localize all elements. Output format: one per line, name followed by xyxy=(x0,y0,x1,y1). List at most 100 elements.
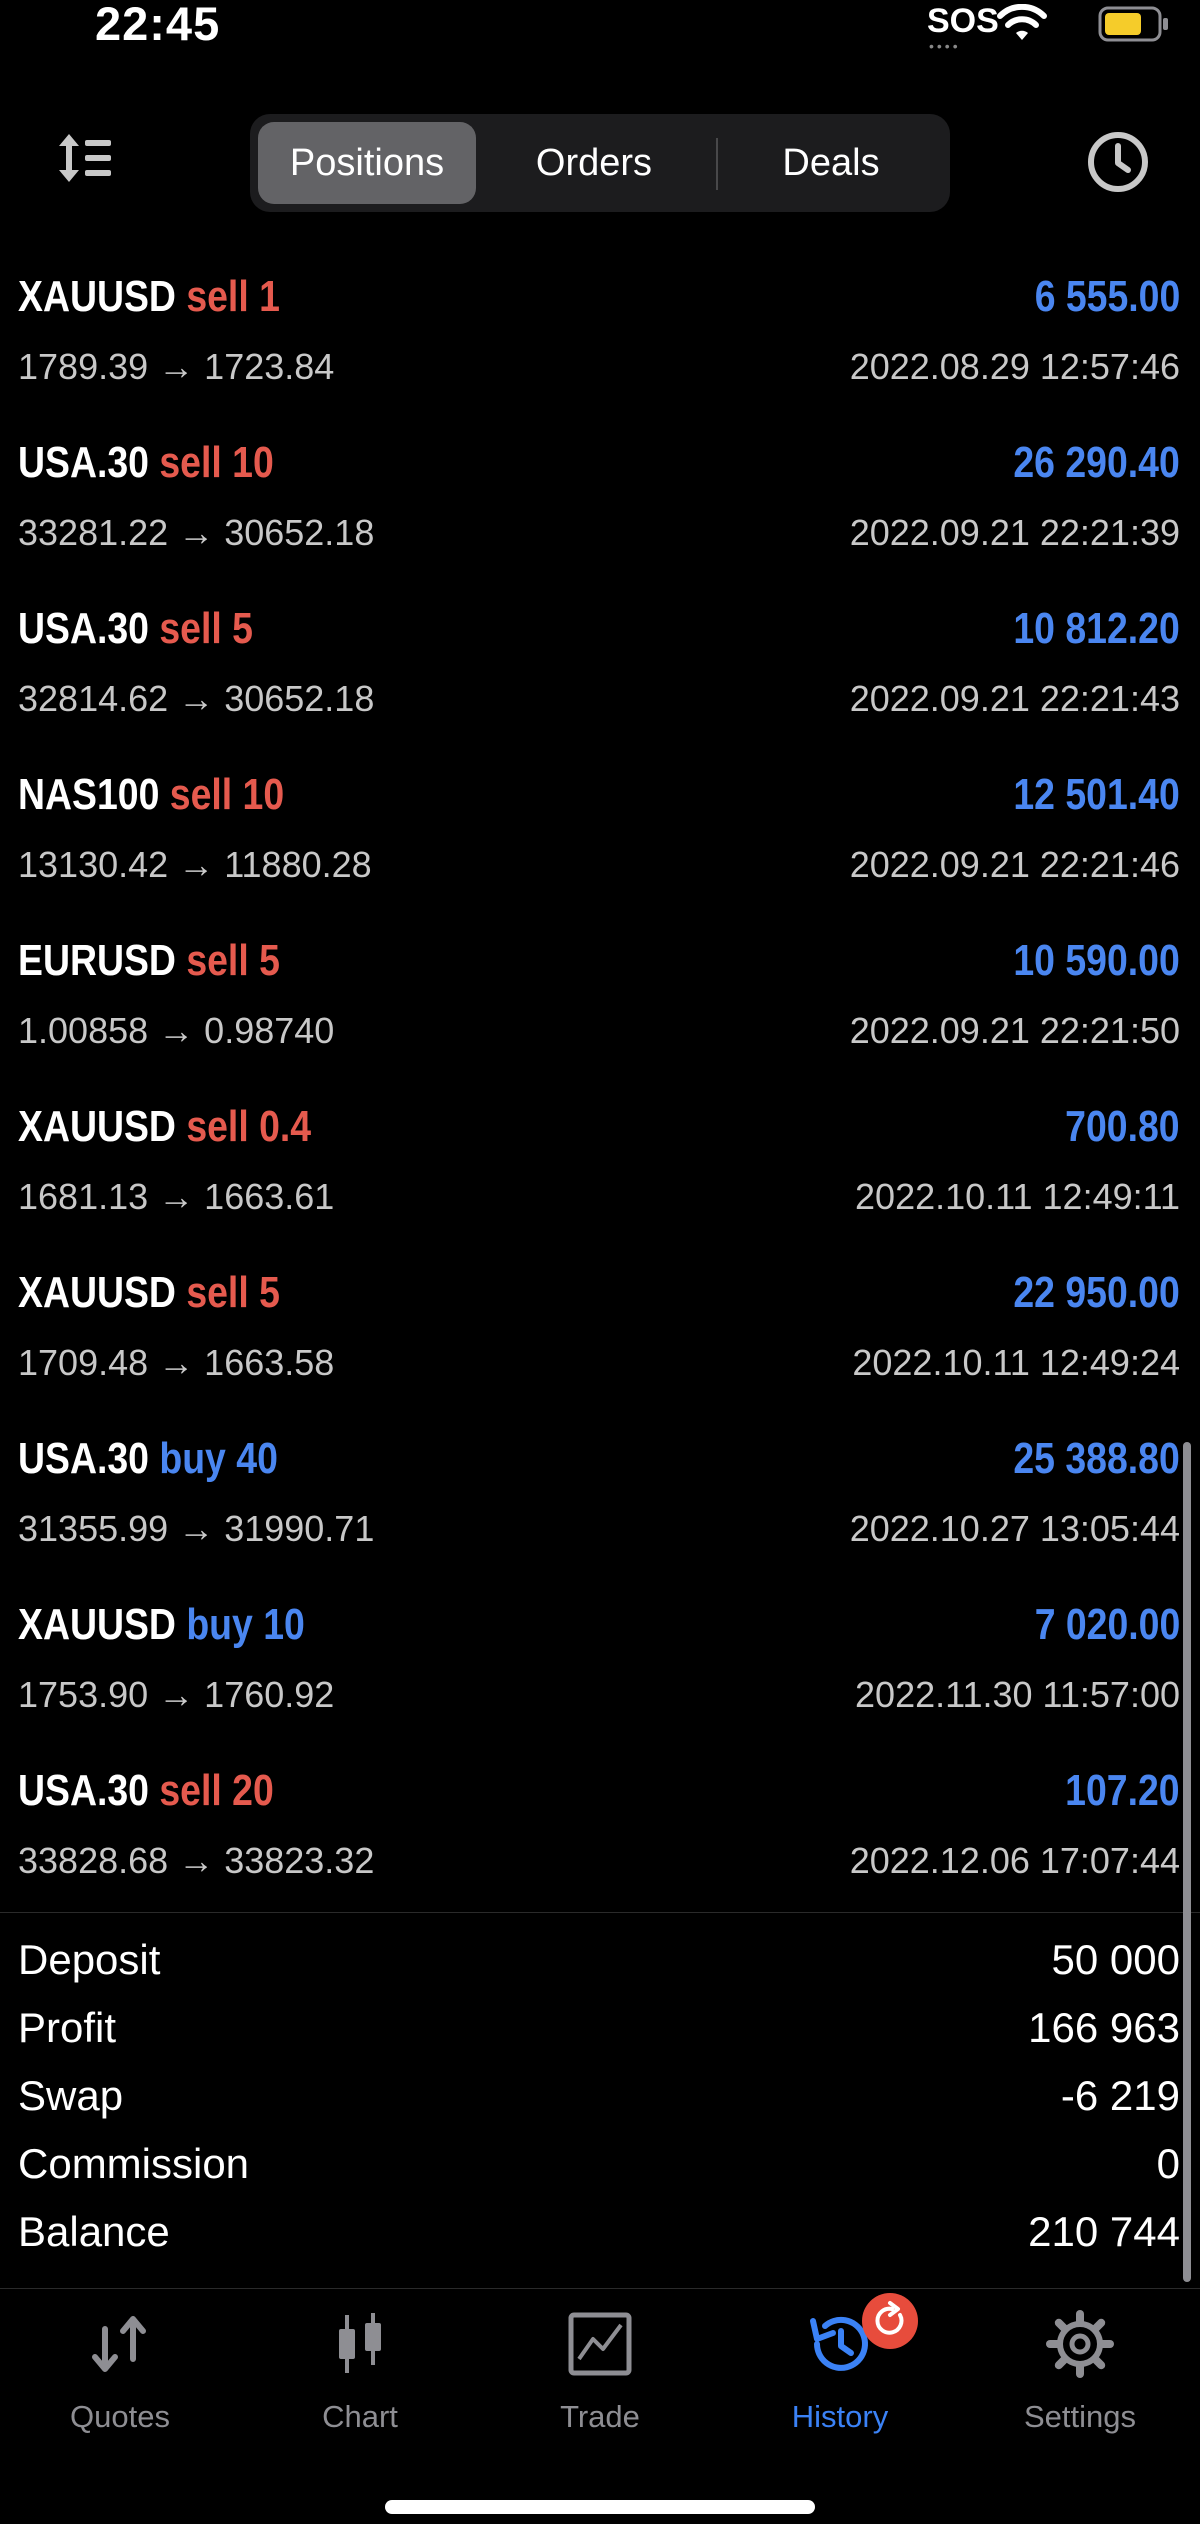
summary-row-balance: Balance 210 744 xyxy=(0,2202,1200,2270)
tab-deals[interactable]: Deals xyxy=(720,122,942,204)
arrow-icon: → xyxy=(158,1176,195,1217)
positions-list: XAUUSD sell 1 6 555.00 1789.39 → 1723.84… xyxy=(0,262,1200,1922)
open-price: 1753.90 xyxy=(18,1674,149,1715)
list-item[interactable]: XAUUSD sell 5 22 950.00 1709.48 → 1663.5… xyxy=(0,1258,1200,1424)
summary-row-deposit: Deposit 50 000 xyxy=(0,1930,1200,1998)
close-time: 2022.09.21 22:21:50 xyxy=(849,1010,1180,1051)
list-item[interactable]: USA.30 sell 10 26 290.40 33281.22 → 3065… xyxy=(0,428,1200,594)
list-item[interactable]: XAUUSD buy 10 7 020.00 1753.90 → 1760.92… xyxy=(0,1590,1200,1756)
open-price: 1681.13 xyxy=(18,1176,149,1217)
profit-value: 25 388.80 xyxy=(1013,1434,1180,1483)
tabbar-item-chart[interactable]: Chart xyxy=(240,2309,480,2459)
position-title: EURUSD sell 5 xyxy=(18,936,280,986)
list-item[interactable]: XAUUSD sell 0.4 700.80 1681.13 → 1663.61… xyxy=(0,1092,1200,1258)
volume: 1 xyxy=(259,272,280,321)
price-range: 31355.99 → 31990.71 xyxy=(18,1508,374,1550)
clock-icon[interactable] xyxy=(1086,130,1150,194)
summary-row-commission: Commission 0 xyxy=(0,2134,1200,2202)
volume: 10 xyxy=(242,770,285,819)
quotes-arrows-icon xyxy=(92,2316,146,2372)
home-indicator[interactable] xyxy=(385,2500,815,2514)
tabbar-item-quotes[interactable]: Quotes xyxy=(0,2309,240,2459)
close-time: 2022.12.06 17:07:44 xyxy=(849,1840,1180,1881)
side: buy xyxy=(159,1434,226,1483)
volume: 20 xyxy=(232,1766,274,1815)
symbol: XAUUSD xyxy=(18,1600,176,1649)
close-time: 2022.08.29 12:57:46 xyxy=(849,346,1180,387)
summary-row-profit: Profit 166 963 xyxy=(0,1998,1200,2066)
summary-value: 210 744 xyxy=(1028,2208,1180,2255)
list-item[interactable]: USA.30 buy 40 25 388.80 31355.99 → 31990… xyxy=(0,1424,1200,1590)
close-time: 2022.10.11 12:49:11 xyxy=(855,1176,1180,1217)
side: sell xyxy=(186,1102,249,1151)
symbol: USA.30 xyxy=(18,1434,149,1483)
summary-label: Commission xyxy=(18,2140,250,2187)
tabbar-label: Trade xyxy=(560,2399,640,2434)
close-time: 2022.09.21 22:21:46 xyxy=(849,844,1180,885)
close-time: 2022.09.21 22:21:43 xyxy=(849,678,1180,719)
refresh-badge xyxy=(862,2293,918,2349)
close-time: 2022.09.21 22:21:39 xyxy=(849,512,1180,553)
account-summary: Deposit 50 000 Profit 166 963 Swap -6 21… xyxy=(0,1930,1200,2270)
arrow-icon: → xyxy=(178,512,215,553)
volume: 5 xyxy=(259,1268,280,1317)
symbol: XAUUSD xyxy=(18,1102,176,1151)
volume: 10 xyxy=(263,1600,305,1649)
tabbar-item-trade[interactable]: Trade xyxy=(480,2309,720,2459)
sos-indicator: SOS xyxy=(927,2,999,40)
open-price: 1709.48 xyxy=(18,1342,149,1383)
tab-orders[interactable]: Orders xyxy=(476,122,712,204)
price-range: 1789.39 → 1723.84 xyxy=(18,346,334,388)
symbol: NAS100 xyxy=(18,770,160,819)
summary-value: 166 963 xyxy=(1028,2004,1180,2051)
tabbar-item-history[interactable]: History xyxy=(720,2293,960,2459)
arrow-icon: → xyxy=(158,346,195,387)
list-item[interactable]: NAS100 sell 10 12 501.40 13130.42 → 1188… xyxy=(0,760,1200,926)
position-title: XAUUSD sell 5 xyxy=(18,1268,280,1318)
list-item[interactable]: EURUSD sell 5 10 590.00 1.00858 → 0.9874… xyxy=(0,926,1200,1092)
gear-icon xyxy=(1046,2310,1114,2378)
tabbar-item-settings[interactable]: Settings xyxy=(960,2309,1200,2459)
tabbar-label: History xyxy=(791,2399,889,2434)
side: sell xyxy=(186,1268,249,1317)
profit-value: 10 812.20 xyxy=(1013,604,1180,653)
list-item[interactable]: XAUUSD sell 1 6 555.00 1789.39 → 1723.84… xyxy=(0,262,1200,428)
position-title: USA.30 sell 20 xyxy=(18,1766,274,1816)
arrow-icon: → xyxy=(178,844,215,885)
arrow-icon: → xyxy=(178,678,215,719)
volume: 5 xyxy=(232,604,253,653)
open-price: 32814.62 xyxy=(18,678,169,719)
sort-icon[interactable] xyxy=(55,130,115,186)
summary-divider xyxy=(0,1912,1200,1913)
summary-value: -6 219 xyxy=(1060,2072,1180,2119)
trade-chart-icon xyxy=(568,2312,632,2376)
status-time: 22:45 xyxy=(95,0,221,50)
price-range: 33828.68 → 33823.32 xyxy=(18,1840,374,1882)
list-item[interactable]: USA.30 sell 20 107.20 33828.68 → 33823.3… xyxy=(0,1756,1200,1922)
close-price: 1760.92 xyxy=(204,1674,335,1715)
list-item[interactable]: USA.30 sell 5 10 812.20 32814.62 → 30652… xyxy=(0,594,1200,760)
open-price: 33281.22 xyxy=(18,512,169,553)
position-title: USA.30 sell 10 xyxy=(18,438,274,488)
price-range: 32814.62 → 30652.18 xyxy=(18,678,374,720)
side: sell xyxy=(186,936,249,985)
arrow-icon: → xyxy=(158,1674,195,1715)
profit-value: 6 555.00 xyxy=(1034,272,1180,321)
summary-label: Swap xyxy=(18,2072,124,2119)
scrollbar[interactable] xyxy=(1183,1442,1191,2282)
position-title: NAS100 sell 10 xyxy=(18,770,284,820)
profit-value: 107.20 xyxy=(1065,1766,1180,1815)
volume: 40 xyxy=(236,1434,278,1483)
summary-value: 0 xyxy=(1156,2140,1180,2187)
arrow-icon: → xyxy=(158,1010,195,1051)
symbol: USA.30 xyxy=(18,604,149,653)
close-price: 31990.71 xyxy=(224,1508,375,1549)
volume: 0.4 xyxy=(259,1102,312,1151)
close-price: 33823.32 xyxy=(224,1840,375,1881)
side: buy xyxy=(186,1600,253,1649)
close-price: 0.98740 xyxy=(204,1010,335,1051)
tab-positions[interactable]: Positions xyxy=(258,122,476,204)
close-price: 30652.18 xyxy=(224,512,375,553)
close-price: 30652.18 xyxy=(224,678,375,719)
symbol: XAUUSD xyxy=(18,1268,176,1317)
